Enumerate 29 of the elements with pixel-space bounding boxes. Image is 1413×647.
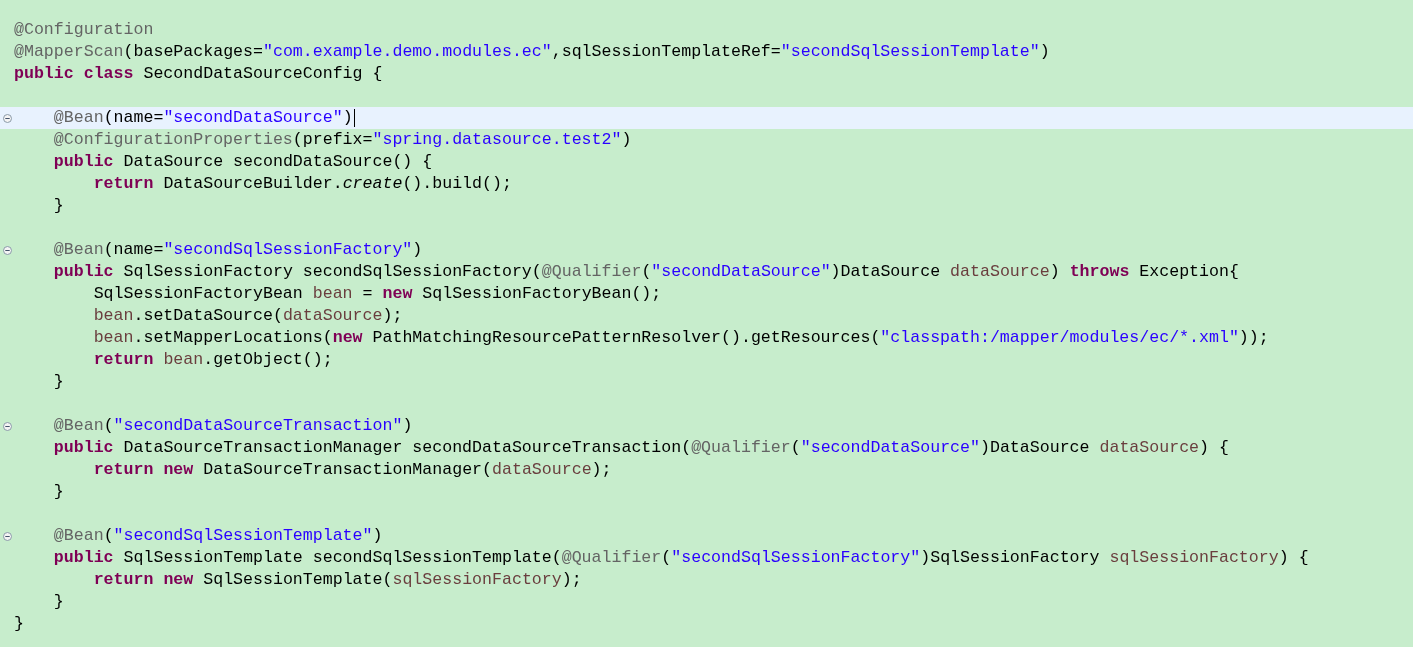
code-line: SqlSessionFactoryBean bean = new SqlSessionFactoryBean(); — [92, 283, 662, 305]
code-line: } — [52, 481, 64, 503]
code-line: } — [52, 195, 64, 217]
code-line: return DataSourceBuilder.create().build(); — [92, 173, 512, 195]
code-line: return new SqlSessionTemplate(sqlSessionFactory); — [92, 569, 582, 591]
code-line: @Bean("secondSqlSessionTemplate") — [52, 525, 383, 547]
code-line: @Bean("secondDataSourceTransaction") — [52, 415, 413, 437]
code-line: } — [14, 613, 24, 635]
code-line: public class SecondDataSourceConfig { — [14, 63, 383, 85]
text-cursor — [353, 109, 355, 127]
collapse-icon[interactable] — [2, 531, 12, 541]
collapse-icon[interactable] — [2, 113, 12, 123]
code-line: bean.setDataSource(dataSource); — [92, 305, 403, 327]
code-line: @Bean(name="secondSqlSessionFactory") — [52, 239, 423, 261]
code-line: } — [52, 591, 64, 613]
code-line: @Configuration — [14, 19, 154, 41]
collapse-icon[interactable] — [2, 245, 12, 255]
code-line: bean.setMapperLocations(new PathMatchingResourcePatternResolver().getResources("classpath:/mapper/modules/ec/*.xml")); — [92, 327, 1269, 349]
collapse-icon[interactable] — [2, 421, 12, 431]
code-line: public DataSource secondDataSource() { — [52, 151, 433, 173]
code-line: return bean.getObject(); — [92, 349, 333, 371]
code-line: @Bean(name="secondDataSource") — [52, 107, 355, 129]
code-line: return new DataSourceTransactionManager(dataSource); — [92, 459, 612, 481]
code-line: public SqlSessionTemplate secondSqlSessionTemplate(@Qualifier("secondSqlSessionFactory")SqlSessionFactory sqlSessionFactory) { — [52, 547, 1309, 569]
code-line: @ConfigurationProperties(prefix="spring.datasource.test2") — [52, 129, 632, 151]
code-line: @MapperScan(basePackages="com.example.demo.modules.ec",sqlSessionTemplateRef="secondSqlSessionTemplate") — [14, 41, 1050, 63]
code-line: public SqlSessionFactory secondSqlSessionFactory(@Qualifier("secondDataSource")DataSource dataSource) throws Exception{ — [52, 261, 1239, 283]
code-line: } — [52, 371, 64, 393]
code-line: public DataSourceTransactionManager secondDataSourceTransaction(@Qualifier("secondDataSource")DataSource dataSource) { — [52, 437, 1229, 459]
